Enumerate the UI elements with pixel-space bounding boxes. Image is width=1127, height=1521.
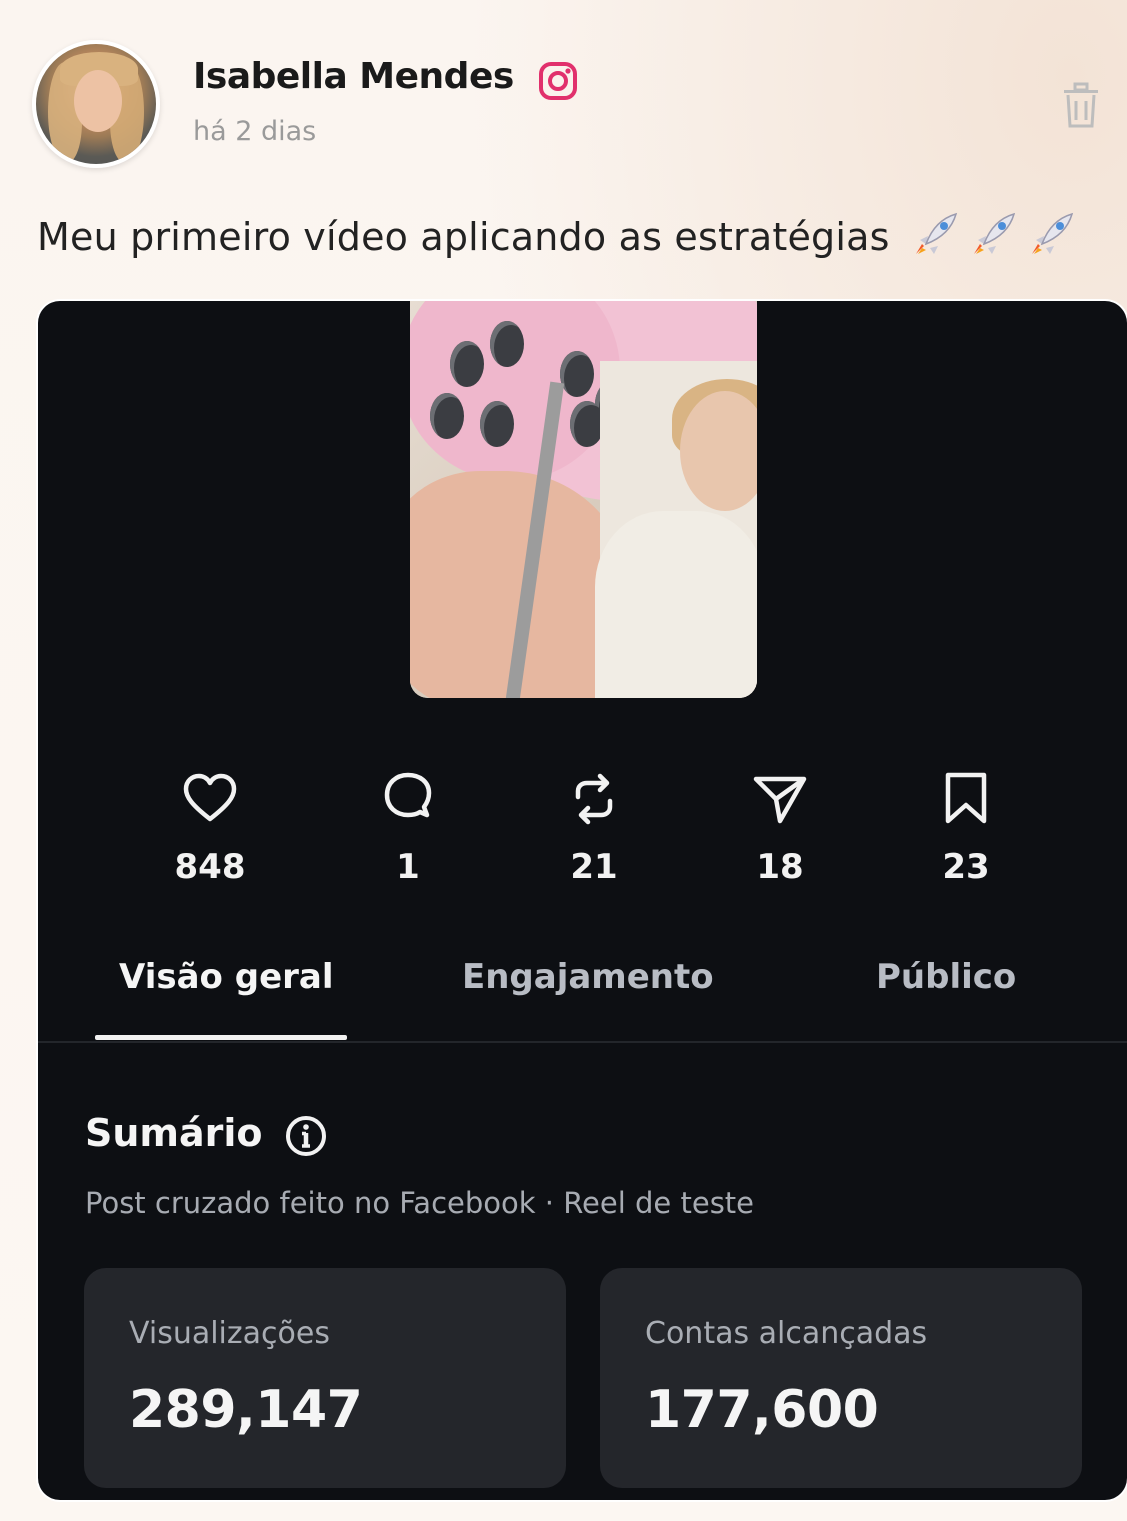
rocket-icon: [915, 212, 957, 254]
heart-icon: [183, 773, 237, 822]
metric-card-reach[interactable]: Contas alcançadas 177,600: [600, 1268, 1082, 1488]
bookmark-icon: [945, 772, 987, 824]
avatar[interactable]: [32, 40, 160, 168]
post-caption: Meu primeiro vídeo aplicando as estratég…: [37, 210, 1076, 259]
likes-stat[interactable]: 848: [150, 771, 270, 887]
reel-thumbnail[interactable]: [410, 301, 757, 698]
comments-count: 1: [396, 847, 420, 887]
metric-card-views[interactable]: Visualizações 289,147: [84, 1268, 566, 1488]
engagement-stats: 848 1 21 18 23: [38, 771, 1127, 901]
info-icon[interactable]: [284, 1114, 328, 1158]
instagram-icon: [539, 62, 577, 100]
metric-value: 177,600: [645, 1380, 879, 1440]
tab-publico[interactable]: Público: [876, 957, 1016, 997]
metric-value: 289,147: [129, 1380, 363, 1440]
tab-engajamento[interactable]: Engajamento: [462, 957, 714, 997]
saves-count: 23: [942, 847, 990, 887]
post-timestamp: há 2 dias: [193, 116, 317, 147]
active-tab-indicator: [95, 1035, 347, 1040]
metric-label: Contas alcançadas: [645, 1316, 928, 1351]
reposts-count: 21: [570, 847, 618, 887]
summary-title: Sumário: [85, 1111, 263, 1155]
author-name[interactable]: Isabella Mendes: [193, 56, 514, 97]
repost-icon: [575, 773, 613, 825]
shares-count: 18: [756, 847, 804, 887]
comments-stat[interactable]: 1: [348, 771, 468, 887]
insights-screenshot: 848 1 21 18 23 Visão geral Engajamento P…: [38, 301, 1127, 1500]
comment-icon: [384, 772, 432, 818]
trash-icon[interactable]: [1060, 82, 1102, 130]
reposts-stat[interactable]: 21: [534, 771, 654, 887]
share-icon: [753, 776, 807, 824]
likes-count: 848: [174, 847, 246, 887]
metric-label: Visualizações: [129, 1316, 330, 1351]
rocket-icon: [1031, 212, 1073, 254]
post-card: Isabella Mendes há 2 dias Meu primeiro v…: [0, 0, 1127, 1521]
tab-visao-geral[interactable]: Visão geral: [119, 957, 334, 997]
caption-text: Meu primeiro vídeo aplicando as estratég…: [37, 215, 890, 259]
shares-stat[interactable]: 18: [720, 771, 840, 887]
summary-subtitle: Post cruzado feito no Facebook · Reel de…: [85, 1186, 755, 1220]
insights-tabs: Visão geral Engajamento Público: [38, 941, 1127, 1043]
saves-stat[interactable]: 23: [906, 771, 1026, 887]
rocket-icon: [973, 212, 1015, 254]
